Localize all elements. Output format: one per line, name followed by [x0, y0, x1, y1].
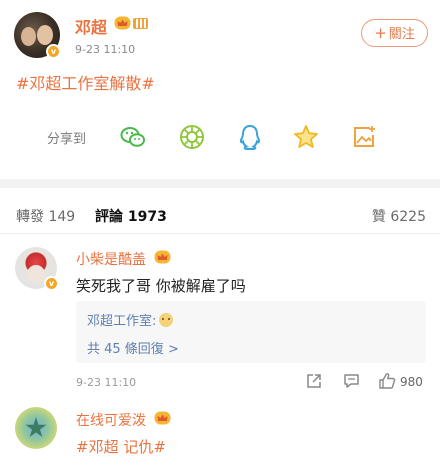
comment-timestamp: 9-23 11:10 [76, 376, 137, 389]
avatar-head [27, 265, 45, 283]
tabs-divider [0, 233, 440, 234]
crown-icon [154, 250, 171, 264]
moments-icon[interactable] [178, 123, 206, 151]
follow-label: 關注 [388, 27, 415, 42]
verified-badge-icon: v [46, 44, 61, 59]
share-icon[interactable] [306, 373, 322, 389]
comment-hashtag[interactable]: #邓超 记仇# [76, 436, 166, 457]
post-author-name[interactable]: 邓超 [75, 14, 107, 38]
like-count: 980 [400, 375, 423, 389]
follow-button[interactable]: + 關注 [361, 19, 428, 47]
tab-reposts[interactable]: 轉發 149 [16, 206, 75, 226]
view-replies-link[interactable]: 共 45 條回復 > [87, 338, 179, 357]
share-label: 分享到 [47, 132, 87, 147]
reply-preview-box[interactable]: 邓超工作室: 共 45 條回復 > [76, 301, 426, 363]
plus-icon: + [374, 24, 387, 42]
comment-text: 笑死我了哥 你被解雇了吗 [76, 277, 246, 295]
reply-icon[interactable] [343, 373, 360, 389]
crown-icon [114, 16, 131, 30]
crown-icon [154, 411, 171, 425]
tab-likes[interactable]: 贊 6225 [372, 206, 426, 226]
qq-icon[interactable] [236, 123, 264, 151]
save-image-icon[interactable] [350, 123, 378, 151]
reply-author[interactable]: 邓超工作室: [87, 310, 174, 329]
avatar-star [25, 417, 47, 438]
thumbs-up-icon[interactable] [378, 372, 396, 389]
post-timestamp: 9-23 11:10 [75, 43, 136, 56]
verified-badge-icon: v [44, 276, 59, 291]
tab-comments[interactable]: 評論 1973 [95, 206, 167, 226]
avatar-face [37, 25, 53, 45]
comment-avatar[interactable] [15, 407, 57, 449]
comment-author-name[interactable]: 小柴是酷盖 [76, 249, 146, 269]
reply-author-name: 邓超工作室: [87, 314, 157, 329]
emoji-icon [159, 313, 174, 327]
qzone-icon[interactable] [292, 123, 320, 151]
post-content-hashtag[interactable]: #邓超工作室解散# [16, 70, 155, 94]
avatar-face [21, 27, 36, 46]
wechat-icon[interactable] [119, 123, 147, 151]
member-level-icon [133, 18, 148, 29]
comment-author-name[interactable]: 在线可爱泼 [76, 410, 146, 430]
section-divider [0, 179, 440, 188]
